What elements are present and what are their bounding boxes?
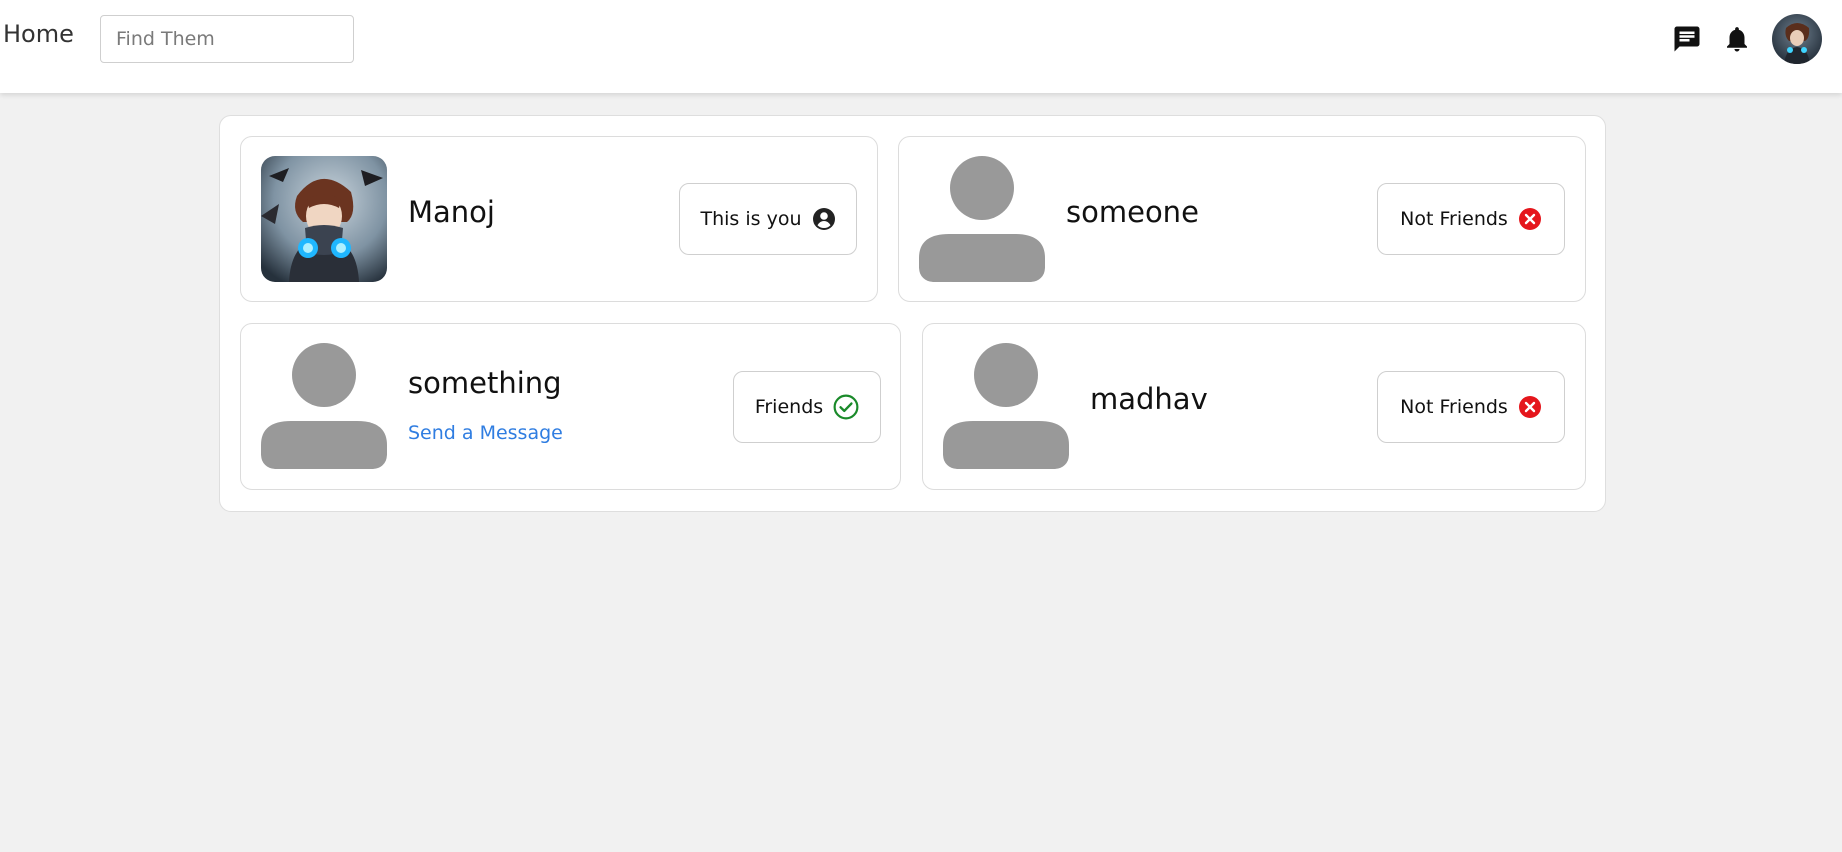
user-name: madhav bbox=[1090, 382, 1208, 416]
user-avatar-placeholder bbox=[943, 343, 1069, 469]
users-panel: Manoj This is you someone Not Friends so… bbox=[219, 115, 1606, 512]
user-name: Manoj bbox=[408, 195, 495, 229]
message-icon[interactable] bbox=[1672, 24, 1702, 54]
user-card: Manoj This is you bbox=[240, 136, 878, 302]
user-avatar-placeholder bbox=[919, 156, 1045, 282]
top-navbar: Home bbox=[0, 0, 1842, 93]
user-name: something bbox=[408, 366, 562, 400]
this-is-you-button[interactable]: This is you bbox=[679, 183, 857, 255]
status-label: This is you bbox=[700, 208, 802, 230]
not-friends-button[interactable]: Not Friends bbox=[1377, 183, 1565, 255]
send-message-link[interactable]: Send a Message bbox=[408, 422, 563, 444]
friends-button[interactable]: Friends bbox=[733, 371, 881, 443]
cancel-icon bbox=[1518, 396, 1541, 418]
status-label: Not Friends bbox=[1400, 396, 1508, 418]
profile-avatar[interactable] bbox=[1772, 14, 1822, 64]
check-circle-icon bbox=[833, 394, 859, 420]
user-card: madhav Not Friends bbox=[922, 323, 1586, 490]
account-circle-icon bbox=[812, 208, 835, 230]
home-link[interactable]: Home bbox=[3, 20, 74, 48]
not-friends-button[interactable]: Not Friends bbox=[1377, 371, 1565, 443]
bell-icon[interactable] bbox=[1722, 24, 1752, 54]
user-card: someone Not Friends bbox=[898, 136, 1586, 302]
user-name: someone bbox=[1066, 195, 1199, 229]
search-input[interactable] bbox=[100, 15, 354, 63]
user-avatar-placeholder bbox=[261, 343, 387, 469]
cancel-icon bbox=[1518, 208, 1541, 230]
status-label: Not Friends bbox=[1400, 208, 1508, 230]
user-photo bbox=[261, 156, 387, 282]
status-label: Friends bbox=[754, 396, 824, 418]
user-card: something Send a Message Friends bbox=[240, 323, 901, 490]
